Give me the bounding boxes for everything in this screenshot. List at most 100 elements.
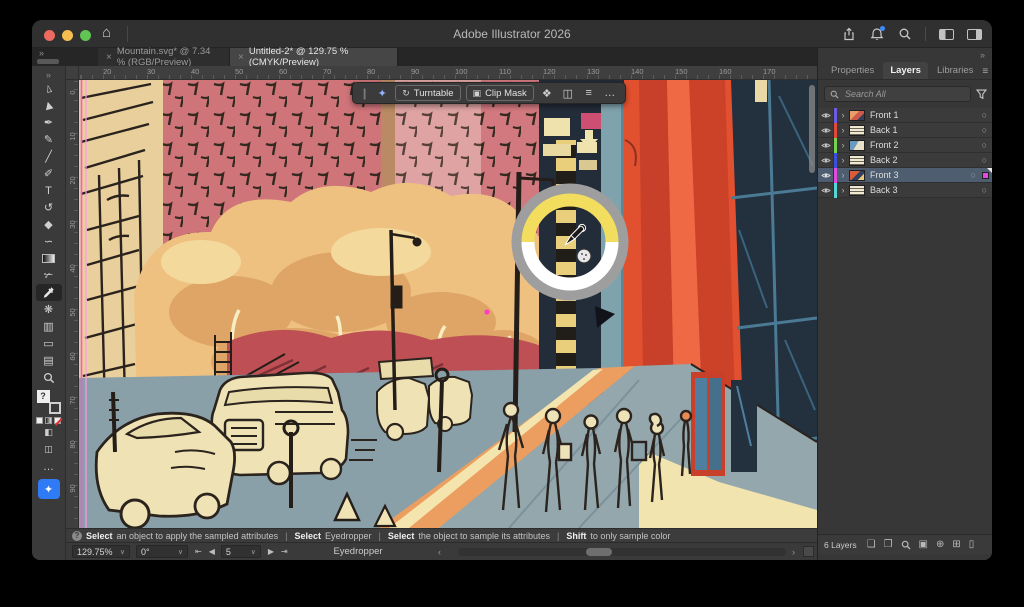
visibility-eye-icon[interactable] <box>818 123 834 138</box>
rotate-tool[interactable]: ↺ <box>36 199 62 216</box>
horizontal-ruler[interactable]: 2030405060708090100110120130140150160170 <box>79 66 817 80</box>
layer-thumbnail[interactable] <box>849 125 865 136</box>
fill-stroke-indicator[interactable]: ? <box>37 390 61 414</box>
target-circle-icon[interactable]: ○ <box>982 140 987 150</box>
tab-properties[interactable]: Properties <box>824 62 881 79</box>
visibility-eye-icon[interactable] <box>818 168 834 183</box>
new-layer-icon[interactable]: ⊞ <box>952 540 960 550</box>
tools-collapse-icon[interactable]: » <box>46 70 51 80</box>
workspace-switcher-icon[interactable] <box>938 26 954 42</box>
current-tool-status[interactable]: Eyedropper <box>298 546 418 557</box>
toolbar-collapse-icon[interactable]: » <box>39 48 44 58</box>
none-swatch[interactable] <box>54 417 61 424</box>
rotation-select[interactable]: 0° ∨ <box>136 545 188 558</box>
visibility-eye-icon[interactable] <box>818 183 834 198</box>
layers-search-box[interactable] <box>824 86 971 102</box>
layer-row-back-2[interactable]: › Back 2 ○ <box>818 153 992 168</box>
layer-thumbnail[interactable] <box>849 170 865 181</box>
scrollbar-thumb[interactable] <box>586 548 612 556</box>
tab-mountain-svg[interactable]: × Mountain.svg* @ 7.34 % (RGB/Preview) <box>98 48 230 66</box>
eyedropper-tool[interactable] <box>36 284 62 301</box>
layer-row-back-1[interactable]: › Back 1 ○ <box>818 123 992 138</box>
visibility-eye-icon[interactable] <box>818 108 834 123</box>
type-tool[interactable]: T <box>36 182 62 199</box>
search-input[interactable] <box>843 88 965 100</box>
group-objects-icon[interactable]: ❖ <box>539 87 555 100</box>
selection-tool[interactable]: ▻ <box>36 80 62 97</box>
first-artboard-icon[interactable]: ⇤ <box>195 547 202 556</box>
resize-corner[interactable] <box>803 546 814 557</box>
share-icon[interactable] <box>841 26 857 42</box>
canvas-artwork[interactable] <box>79 80 817 528</box>
clip-mask-button[interactable]: ▣ Clip Mask <box>466 85 534 101</box>
draw-modes-icon[interactable]: ◫ <box>36 441 62 458</box>
search-icon[interactable] <box>897 26 913 42</box>
knife-tool[interactable]: ✃ <box>36 267 62 284</box>
expand-chevron-icon[interactable]: › <box>837 110 849 120</box>
canvas-vertical-scrollbar[interactable] <box>809 85 815 173</box>
expand-chevron-icon[interactable]: › <box>837 170 849 180</box>
visibility-eye-icon[interactable] <box>818 138 834 153</box>
shaper-tool[interactable]: ∽ <box>36 233 62 250</box>
expand-chevron-icon[interactable]: › <box>837 155 849 165</box>
shape-modes-icon[interactable]: ◧ <box>36 424 62 441</box>
locate-object-icon[interactable] <box>901 540 911 550</box>
vertical-ruler[interactable]: 0102030405060708090 <box>66 80 79 528</box>
symbol-sprayer-tool[interactable]: ❋ <box>36 301 62 318</box>
zoom-level-select[interactable]: 129.75% ∨ <box>72 545 130 558</box>
align-tool[interactable]: ▤ <box>36 352 62 369</box>
taskbar-more-icon[interactable]: … <box>602 87 618 99</box>
taskbar-drag-handle[interactable]: ❙ <box>360 87 369 100</box>
layer-name[interactable]: Back 3 <box>870 185 982 195</box>
layer-name[interactable]: Front 3 <box>870 170 971 180</box>
make-clip-mask-icon[interactable]: ▣ <box>919 540 928 550</box>
scroll-left-icon[interactable]: ‹ <box>438 547 441 557</box>
stroke-swatch[interactable] <box>49 402 61 414</box>
ruler-corner[interactable] <box>66 66 79 80</box>
layer-name[interactable]: Back 2 <box>870 155 982 165</box>
expand-chevron-icon[interactable]: › <box>837 185 849 195</box>
layer-name[interactable]: Front 2 <box>870 140 982 150</box>
target-circle-icon[interactable]: ○ <box>982 110 987 120</box>
previous-artboard-icon[interactable]: ◀ <box>209 547 215 556</box>
gradient-swatch[interactable] <box>45 417 52 424</box>
notifications-bell-icon[interactable] <box>869 26 885 42</box>
expand-chevron-icon[interactable]: › <box>837 140 849 150</box>
curvature-tool[interactable]: ✎ <box>36 131 62 148</box>
delete-layer-icon[interactable]: ▯ <box>969 540 975 550</box>
line-segment-tool[interactable]: ╱ <box>36 148 62 165</box>
scroll-right-icon[interactable]: › <box>792 547 795 557</box>
target-circle-icon[interactable]: ○ <box>982 155 987 165</box>
layer-thumbnail[interactable] <box>849 185 865 196</box>
more-tools-icon[interactable]: … <box>36 458 62 475</box>
turntable-button[interactable]: ↻ Turntable <box>395 85 460 101</box>
expand-chevron-icon[interactable]: › <box>837 125 849 135</box>
help-icon[interactable]: ? <box>72 531 82 541</box>
collect-for-export-icon[interactable]: ❏ <box>867 540 876 550</box>
fill-swatch[interactable]: ? <box>37 390 50 403</box>
artboard-number-select[interactable]: 5 ∨ <box>221 545 261 558</box>
next-artboard-icon[interactable]: ▶ <box>268 547 274 556</box>
last-artboard-icon[interactable]: ⇥ <box>281 547 288 556</box>
zoom-tool[interactable] <box>36 369 62 386</box>
visibility-eye-icon[interactable] <box>818 153 834 168</box>
layer-row-front-3[interactable]: › Front 3 ○ <box>818 168 992 183</box>
pen-tool[interactable]: ✒ <box>36 114 62 131</box>
close-tab-icon[interactable]: × <box>238 52 244 63</box>
filter-icon[interactable] <box>976 89 987 100</box>
layer-thumbnail[interactable] <box>849 110 865 121</box>
tab-libraries[interactable]: Libraries <box>930 62 980 79</box>
color-swatch[interactable] <box>36 417 43 424</box>
close-tab-icon[interactable]: × <box>106 52 112 63</box>
canvas-viewport[interactable]: ❙ ✦ ↻ Turntable ▣ Clip Mask ❖ ◫ ≡ … <box>79 80 817 528</box>
export-icon[interactable]: ❐ <box>884 540 893 550</box>
layer-row-back-3[interactable]: › Back 3 ○ <box>818 183 992 198</box>
layer-name[interactable]: Back 1 <box>870 125 982 135</box>
gradient-tool[interactable] <box>36 250 62 267</box>
tab-layers[interactable]: Layers <box>883 62 928 79</box>
new-sublayer-icon[interactable]: ⊕ <box>936 540 944 550</box>
target-circle-icon[interactable]: ○ <box>982 125 987 135</box>
generative-ai-icon[interactable]: ✦ <box>374 87 390 100</box>
artboard-tool[interactable]: ▭ <box>36 335 62 352</box>
layer-row-front-1[interactable]: › Front 1 ○ <box>818 108 992 123</box>
